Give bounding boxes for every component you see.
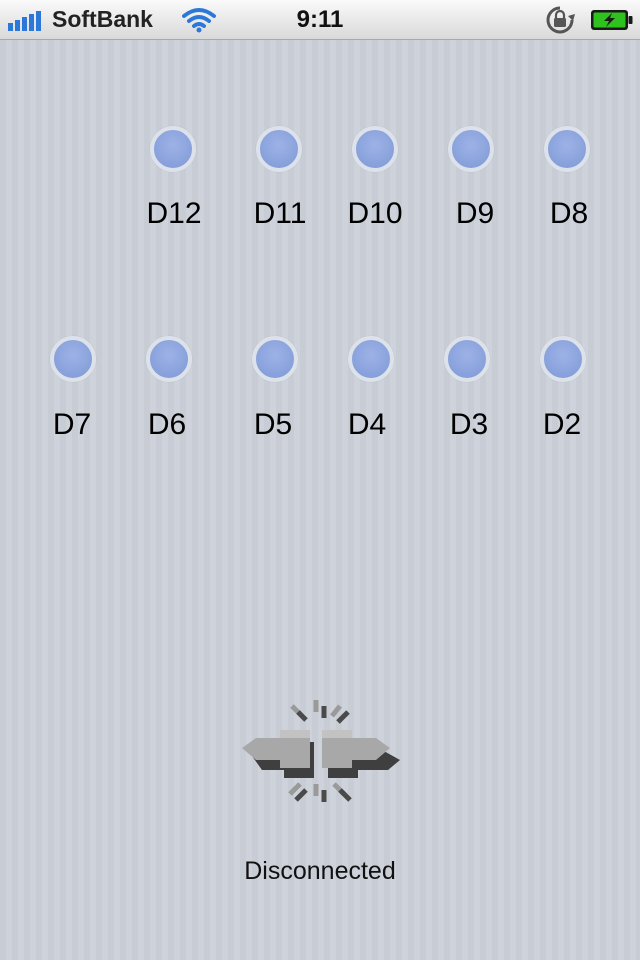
rotation-lock-icon [546,6,575,34]
pin-label-d12: D12 [146,197,202,230]
led-d8 [544,126,590,172]
led-d3 [444,336,490,382]
led-d11 [256,126,302,172]
led-d12 [150,126,196,172]
pin-label-d3: D3 [449,408,489,441]
pin-label-d6: D6 [147,408,187,441]
pin-label-d11: D11 [253,197,307,230]
pin-label-d7: D7 [52,408,92,441]
pin-label-d5: D5 [253,408,293,441]
led-d7 [50,336,96,382]
pin-label-d8: D8 [549,197,589,230]
led-d4 [348,336,394,382]
led-d9 [448,126,494,172]
led-d10 [352,126,398,172]
led-d6 [146,336,192,382]
pin-label-d2: D2 [542,408,582,441]
pin-label-d4: D4 [347,408,387,441]
pin-label-d10: D10 [347,197,403,230]
battery-icon [591,10,633,30]
disconnected-plug-icon [242,700,400,802]
connection-status: Disconnected [244,857,396,885]
pin-label-d9: D9 [455,197,495,230]
led-d5 [252,336,298,382]
status-bar: SoftBank 9:11 [0,0,640,40]
led-d2 [540,336,586,382]
